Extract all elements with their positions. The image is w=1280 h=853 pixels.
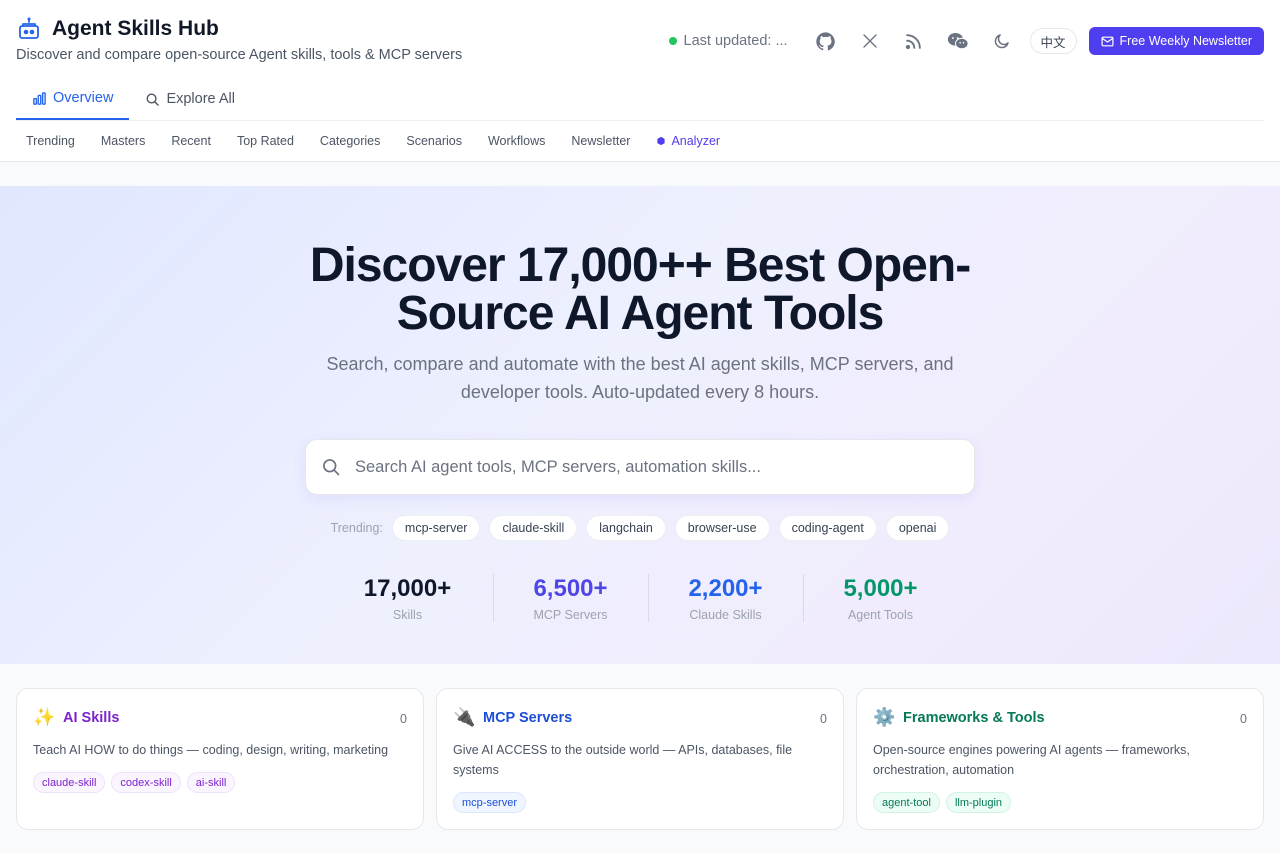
stat-value: 6,500+ [533,575,608,602]
stat-skills: 17,000+ Skills [323,574,493,622]
last-updated-text: Last updated: ... [683,33,788,49]
stat-label: Skills [392,608,423,622]
site-header: Agent Skills Hub Discover and compare op… [0,0,1280,162]
main-tabs: Overview Explore All [16,78,1264,121]
tab-overview[interactable]: Overview [16,78,130,120]
wechat-icon[interactable] [936,26,980,56]
hero-section: Discover 17,000++ Best Open-Source AI Ag… [0,186,1280,664]
robot-logo-icon [16,16,42,42]
card-tag[interactable]: ai-skill [186,772,236,793]
search-icon [146,93,160,106]
stat-value: 2,200+ [688,575,763,602]
card-description: Give AI ACCESS to the outside world — AP… [453,743,793,777]
subnav-scenarios[interactable]: Scenarios [396,134,472,148]
stat-label: MCP Servers [533,608,608,622]
card-count: 0 [400,712,407,726]
sparkles-icon: ✨ [33,707,56,727]
hexagon-icon [657,136,666,146]
trending-chip[interactable]: coding-agent [778,515,877,541]
mail-icon [1101,36,1114,46]
language-toggle-button[interactable]: 中文 [1029,28,1077,54]
stat-value: 5,000+ [843,575,918,602]
card-header: ⚙️ Frameworks & Tools [873,707,1247,728]
subnav-masters[interactable]: Masters [91,134,155,148]
search-box [305,439,975,495]
subnav-newsletter[interactable]: Newsletter [561,134,640,148]
card-header: 🔌 MCP Servers [453,707,827,728]
trending-chip[interactable]: browser-use [674,515,770,541]
trending-chip[interactable]: langchain [586,515,666,541]
status-dot [668,37,677,45]
search-icon [323,459,340,476]
trending-chip[interactable]: mcp-server [391,515,481,541]
card-tag[interactable]: mcp-server [453,792,527,813]
tab-label: Explore All [166,91,235,107]
search-input[interactable] [355,457,945,477]
card-description: Teach AI HOW to do things — coding, desi… [33,743,389,757]
brand-subtitle: Discover and compare open-source Agent s… [16,47,463,63]
trending-chip[interactable]: claude-skill [489,515,578,541]
hero-title: Discover 17,000++ Best Open-Source AI Ag… [309,239,971,340]
card-count: 0 [820,712,827,726]
card-description: Open-source engines powering AI agents —… [873,743,1190,777]
header-actions: Last updated: ... 中文 Free Weekly Newslet… [668,26,1264,56]
card-title: MCP Servers [483,709,573,726]
github-icon[interactable] [804,26,848,56]
card-tag[interactable]: agent-tool [873,792,940,813]
subnav-categories[interactable]: Categories [310,134,390,148]
category-card-mcp-servers[interactable]: 🔌 MCP Servers 0 Give AI ACCESS to the ou… [436,688,844,830]
card-tags: agent-tool llm-plugin [873,792,1247,813]
stat-label: Claude Skills [689,608,762,622]
stat-claude-skills: 2,200+ Claude Skills [647,574,803,622]
brand-title: Agent Skills Hub [52,17,219,40]
card-title: AI Skills [63,709,120,726]
chart-icon [33,91,46,105]
subnav-recent[interactable]: Recent [161,134,221,148]
card-tags: mcp-server [453,792,827,813]
stat-value: 17,000+ [363,575,452,602]
subnav-analyzer[interactable]: Analyzer [646,134,730,148]
gear-icon: ⚙️ [873,707,896,727]
plug-icon: 🔌 [453,707,476,727]
category-card-ai-skills[interactable]: ✨ AI Skills 0 Teach AI HOW to do things … [16,688,424,830]
trending-chip[interactable]: openai [885,515,950,541]
tab-label: Overview [53,90,114,106]
category-cards: ✨ AI Skills 0 Teach AI HOW to do things … [16,688,1264,830]
x-icon[interactable] [848,26,892,56]
last-updated-status: Last updated: ... [668,33,788,49]
stat-mcp-servers: 6,500+ MCP Servers [492,574,648,622]
tab-explore-all[interactable]: Explore All [129,78,251,120]
newsletter-button[interactable]: Free Weekly Newsletter [1088,27,1264,55]
card-title: Frameworks & Tools [903,709,1045,726]
newsletter-button-label: Free Weekly Newsletter [1119,34,1252,48]
rss-icon[interactable] [892,26,936,56]
trending-label: Trending: [330,521,383,535]
subnav-workflows[interactable]: Workflows [478,134,555,148]
trending-tags: Trending: mcp-server claude-skill langch… [0,515,1280,541]
subnav-trending[interactable]: Trending [16,134,85,148]
stats-row: 17,000+ Skills 6,500+ MCP Servers 2,200+… [0,574,1280,622]
card-tag[interactable]: claude-skill [33,772,106,793]
card-tags: claude-skill codex-skill ai-skill [33,772,407,793]
card-tag[interactable]: llm-plugin [945,792,1012,813]
category-card-frameworks-tools[interactable]: ⚙️ Frameworks & Tools 0 Open-source engi… [856,688,1264,830]
card-count: 0 [1240,712,1247,726]
subnav-top-rated[interactable]: Top Rated [227,134,304,148]
card-tag[interactable]: codex-skill [111,772,181,793]
sub-navigation: Trending Masters Recent Top Rated Catego… [16,128,736,154]
brand[interactable]: Agent Skills Hub [16,16,219,42]
hero-subtitle: Search, compare and automate with the be… [326,354,954,402]
stat-label: Agent Tools [847,608,914,622]
moon-icon[interactable] [980,26,1024,56]
subnav-analyzer-label: Analyzer [671,134,721,148]
card-header: ✨ AI Skills [33,707,407,728]
stat-agent-tools: 5,000+ Agent Tools [802,574,958,622]
